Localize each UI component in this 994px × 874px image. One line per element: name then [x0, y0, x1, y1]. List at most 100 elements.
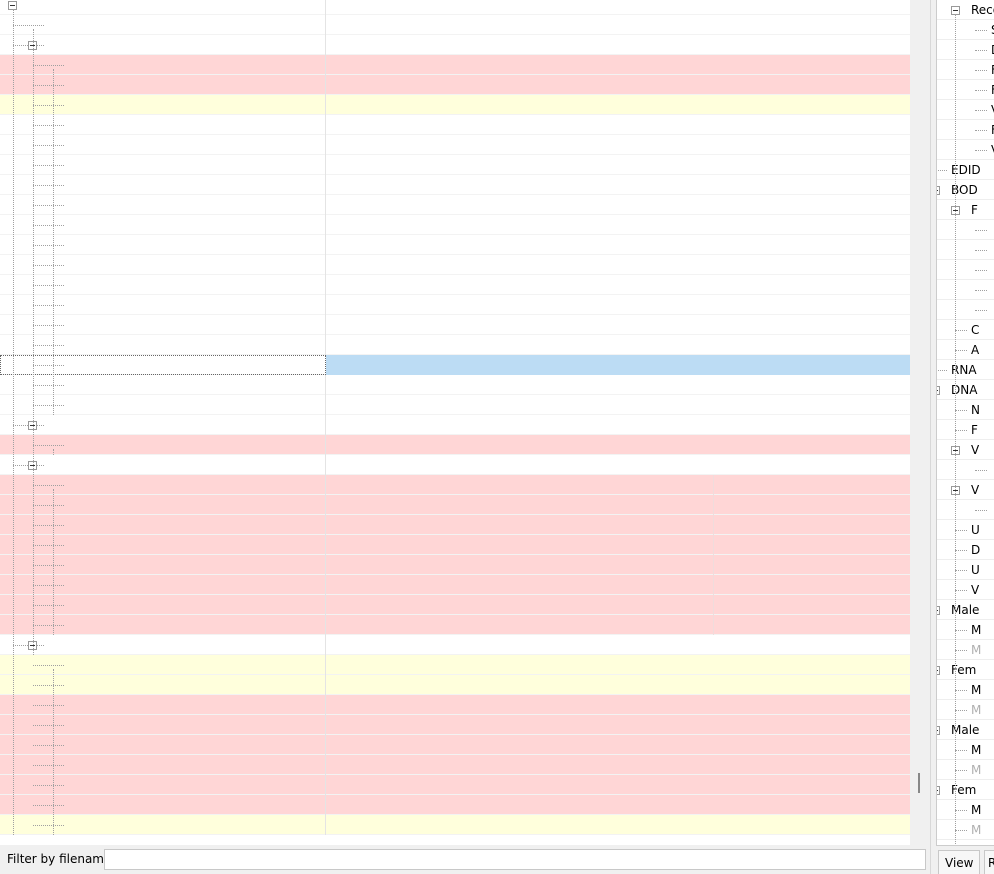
record-row[interactable]: [0, 675, 910, 695]
record-row[interactable]: [0, 295, 910, 315]
record-row[interactable]: [0, 275, 910, 295]
record-field-row[interactable]: N: [937, 400, 994, 420]
record-row[interactable]: [0, 515, 910, 535]
filter-input[interactable]: [104, 849, 926, 870]
record-field-row[interactable]: Fem: [937, 660, 994, 680]
record-field-row[interactable]: V: [937, 580, 994, 600]
record-field-row[interactable]: A: [937, 340, 994, 360]
collapse-toggle-icon[interactable]: [937, 666, 940, 675]
group-row[interactable]: [0, 35, 910, 55]
collapse-toggle-icon[interactable]: [937, 606, 940, 615]
record-tree-view[interactable]: [0, 0, 910, 845]
record-field-row[interactable]: V: [937, 100, 994, 120]
record-row[interactable]: [0, 815, 910, 835]
record-field-row[interactable]: M: [937, 760, 994, 780]
collapse-toggle-icon[interactable]: [937, 186, 940, 195]
record-row[interactable]: [0, 775, 910, 795]
record-row[interactable]: [0, 255, 910, 275]
record-field-row[interactable]: [937, 500, 994, 520]
record-field-row[interactable]: C: [937, 320, 994, 340]
record-row[interactable]: [0, 695, 910, 715]
record-row[interactable]: [0, 735, 910, 755]
field-label: M: [971, 703, 982, 717]
record-row[interactable]: [0, 475, 910, 495]
tree-scrollbar[interactable]: [910, 0, 930, 845]
record-row[interactable]: [0, 175, 910, 195]
record-field-row[interactable]: M: [937, 620, 994, 640]
record-row[interactable]: [0, 755, 910, 775]
record-row[interactable]: [0, 355, 910, 375]
field-label: F: [971, 423, 978, 437]
record-field-row[interactable]: V: [937, 140, 994, 160]
view-tabs: View R: [936, 845, 994, 874]
record-field-row[interactable]: M: [937, 680, 994, 700]
record-row[interactable]: [0, 215, 910, 235]
scrollbar-thumb[interactable]: [918, 773, 920, 793]
record-field-row[interactable]: Fem: [937, 780, 994, 800]
record-row[interactable]: [0, 95, 910, 115]
record-row[interactable]: [0, 535, 910, 555]
record-field-row[interactable]: EDID: [937, 160, 994, 180]
record-field-row[interactable]: F: [937, 80, 994, 100]
record-field-row[interactable]: [937, 260, 994, 280]
collapse-toggle-icon[interactable]: [937, 726, 940, 735]
record-field-row[interactable]: M: [937, 700, 994, 720]
record-row[interactable]: [0, 575, 910, 595]
collapse-toggle-icon[interactable]: [937, 786, 940, 795]
record-row[interactable]: [0, 655, 910, 675]
record-field-row[interactable]: V: [937, 480, 994, 500]
record-row[interactable]: [0, 115, 910, 135]
record-field-row[interactable]: U: [937, 560, 994, 580]
group-row[interactable]: [0, 455, 910, 475]
record-row[interactable]: [0, 235, 910, 255]
record-field-row[interactable]: BOD: [937, 180, 994, 200]
record-field-row[interactable]: V: [937, 440, 994, 460]
record-row[interactable]: [0, 595, 910, 615]
record-row[interactable]: [0, 135, 910, 155]
tab-referenced-by[interactable]: R: [984, 850, 994, 874]
group-row[interactable]: [0, 0, 910, 15]
tab-view[interactable]: View: [938, 850, 981, 874]
record-row[interactable]: [0, 435, 910, 455]
record-field-row[interactable]: M: [937, 820, 994, 840]
collapse-toggle-icon[interactable]: [937, 386, 940, 395]
record-row[interactable]: [0, 55, 910, 75]
record-field-row[interactable]: [937, 300, 994, 320]
record-field-row[interactable]: M: [937, 740, 994, 760]
record-field-row[interactable]: [937, 280, 994, 300]
record-row[interactable]: [0, 615, 910, 635]
record-row[interactable]: [0, 395, 910, 415]
record-field-row[interactable]: D: [937, 40, 994, 60]
record-field-row[interactable]: D: [937, 540, 994, 560]
record-row[interactable]: [0, 555, 910, 575]
record-row[interactable]: [0, 715, 910, 735]
record-row[interactable]: [0, 495, 910, 515]
record-field-row[interactable]: F: [937, 60, 994, 80]
record-row[interactable]: [0, 315, 910, 335]
record-field-row[interactable]: M: [937, 640, 994, 660]
record-field-row[interactable]: U: [937, 520, 994, 540]
record-field-row[interactable]: Male: [937, 720, 994, 740]
record-row[interactable]: [0, 155, 910, 175]
record-field-row[interactable]: [937, 220, 994, 240]
record-field-row[interactable]: [937, 240, 994, 260]
record-view-tree[interactable]: RecoSDFFVFVEDIDBODFCARNADNANFVVUDUVMaleM…: [936, 0, 994, 845]
record-field-row[interactable]: F: [937, 200, 994, 220]
group-row[interactable]: [0, 635, 910, 655]
group-row[interactable]: [0, 15, 910, 35]
record-field-row[interactable]: RNA: [937, 360, 994, 380]
record-row[interactable]: [0, 195, 910, 215]
record-row[interactable]: [0, 335, 910, 355]
record-field-row[interactable]: F: [937, 120, 994, 140]
record-field-row[interactable]: Reco: [937, 0, 994, 20]
record-field-row[interactable]: DNA: [937, 380, 994, 400]
record-field-row[interactable]: [937, 460, 994, 480]
record-row[interactable]: [0, 795, 910, 815]
record-row[interactable]: [0, 375, 910, 395]
record-field-row[interactable]: S: [937, 20, 994, 40]
record-row[interactable]: [0, 75, 910, 95]
record-field-row[interactable]: M: [937, 800, 994, 820]
record-field-row[interactable]: F: [937, 420, 994, 440]
group-row[interactable]: [0, 415, 910, 435]
record-field-row[interactable]: Male: [937, 600, 994, 620]
